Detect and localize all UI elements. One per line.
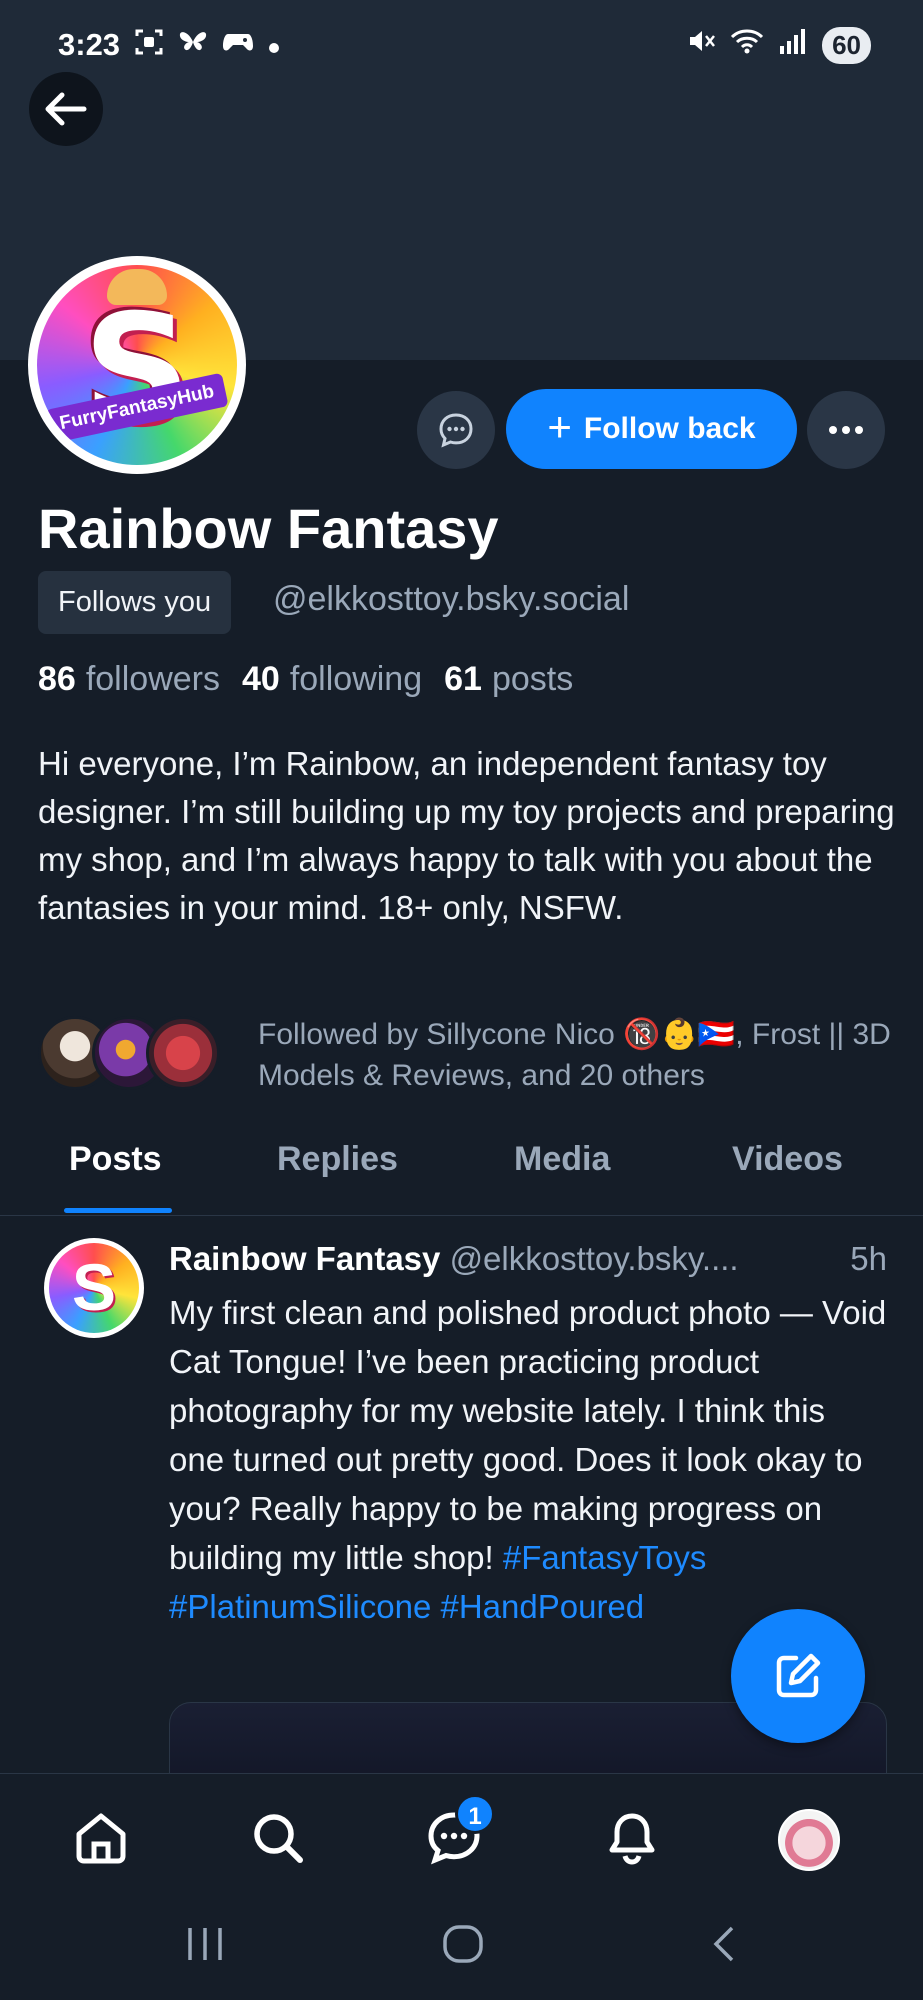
wifi-icon	[730, 26, 764, 64]
profile-avatar[interactable]: S FurryFantasyHub	[28, 256, 246, 474]
followers-label: followers	[85, 660, 220, 698]
followed-by-text: Followed by Sillycone Nico 🔞👶🇵🇷, Frost |…	[258, 1018, 891, 1092]
followers-count: 86	[38, 660, 76, 698]
bottom-navigation: 1	[0, 1773, 923, 1900]
more-options-button[interactable]	[807, 391, 885, 469]
bell-icon	[609, 1813, 655, 1865]
back-button[interactable]	[29, 72, 103, 146]
post-author-avatar[interactable]: S	[44, 1238, 144, 1338]
post-text-content: My first clean and polished product phot…	[169, 1294, 887, 1576]
nav-home[interactable]	[71, 1808, 131, 1868]
more-dots-icon	[829, 426, 863, 434]
posts-stat: 61 posts	[444, 660, 573, 699]
nav-profile-avatar[interactable]	[778, 1809, 840, 1871]
mute-icon	[686, 26, 716, 64]
follower-avatar	[146, 1016, 220, 1090]
follow-back-label: Follow back	[583, 412, 756, 445]
plus-icon: +	[547, 403, 572, 450]
profile-tabs: Posts Replies Media Videos	[0, 1120, 923, 1216]
message-button[interactable]	[417, 391, 495, 469]
following-label: following	[289, 660, 423, 698]
post-text: My first clean and polished product phot…	[169, 1288, 889, 1631]
recent-apps-button[interactable]	[184, 1924, 226, 1975]
hashtag-link[interactable]: #FantasyToys	[503, 1539, 707, 1576]
post-timestamp: 5h	[850, 1240, 887, 1277]
posts-label: posts	[491, 660, 574, 698]
chat-unread-badge: 1	[455, 1794, 495, 1834]
followers-stat[interactable]: 86 followers	[38, 660, 220, 699]
posts-count: 61	[444, 660, 482, 698]
following-count: 40	[242, 660, 280, 698]
profile-handle: @elkkosttoy.bsky.social	[273, 580, 630, 618]
known-followers[interactable]: Followed by Sillycone Nico 🔞👶🇵🇷, Frost |…	[38, 1014, 891, 1100]
home-system-button[interactable]	[442, 1924, 484, 1975]
recent-apps-icon	[188, 1928, 222, 1960]
post-author-handle: @elkkosttoy.bsky....	[449, 1240, 739, 1277]
screenshot-icon	[134, 28, 164, 63]
status-bar: 3:23 60	[0, 0, 923, 90]
home-circle-icon	[443, 1925, 483, 1963]
home-icon	[76, 1813, 126, 1864]
post-author-name[interactable]: Rainbow Fantasy	[169, 1240, 440, 1277]
arrow-left-icon	[45, 92, 87, 126]
profile-bio: Hi everyone, I’m Rainbow, an independent…	[38, 745, 895, 926]
active-tab-indicator	[64, 1208, 172, 1213]
chevron-left-icon	[713, 1926, 734, 1962]
tab-replies[interactable]: Replies	[277, 1140, 398, 1179]
tab-media[interactable]: Media	[514, 1140, 610, 1179]
follows-you-badge: Follows you	[38, 571, 232, 634]
post-header: Rainbow Fantasy @elkkosttoy.bsky.... 5h	[169, 1240, 889, 1278]
profile-stats: 86 followers 40 following 61 posts	[38, 660, 573, 699]
nav-notifications[interactable]	[602, 1808, 662, 1868]
system-navigation-bar	[0, 1900, 923, 2000]
compose-post-button[interactable]	[731, 1609, 865, 1743]
hashtag-link[interactable]: #HandPoured	[440, 1588, 644, 1625]
search-icon	[254, 1814, 303, 1863]
display-name: Rainbow Fantasy	[38, 497, 499, 560]
tab-videos[interactable]: Videos	[732, 1140, 843, 1179]
follow-back-button[interactable]: + Follow back	[506, 389, 797, 469]
post-avatar-letter: S	[71, 1250, 117, 1324]
dot-icon	[268, 30, 280, 61]
butterfly-icon	[178, 28, 208, 63]
signal-icon	[778, 26, 808, 64]
nav-search[interactable]	[248, 1808, 308, 1868]
gamepad-icon	[222, 28, 254, 63]
battery-indicator: 60	[822, 26, 871, 64]
hashtag-link[interactable]: #PlatinumSilicone	[169, 1588, 431, 1625]
following-stat[interactable]: 40 following	[242, 660, 422, 699]
status-time: 3:23	[58, 27, 121, 62]
system-back-button[interactable]	[706, 1924, 742, 1975]
tab-posts[interactable]: Posts	[69, 1140, 162, 1179]
compose-icon	[776, 1653, 821, 1698]
chat-bubble-icon	[439, 413, 473, 448]
